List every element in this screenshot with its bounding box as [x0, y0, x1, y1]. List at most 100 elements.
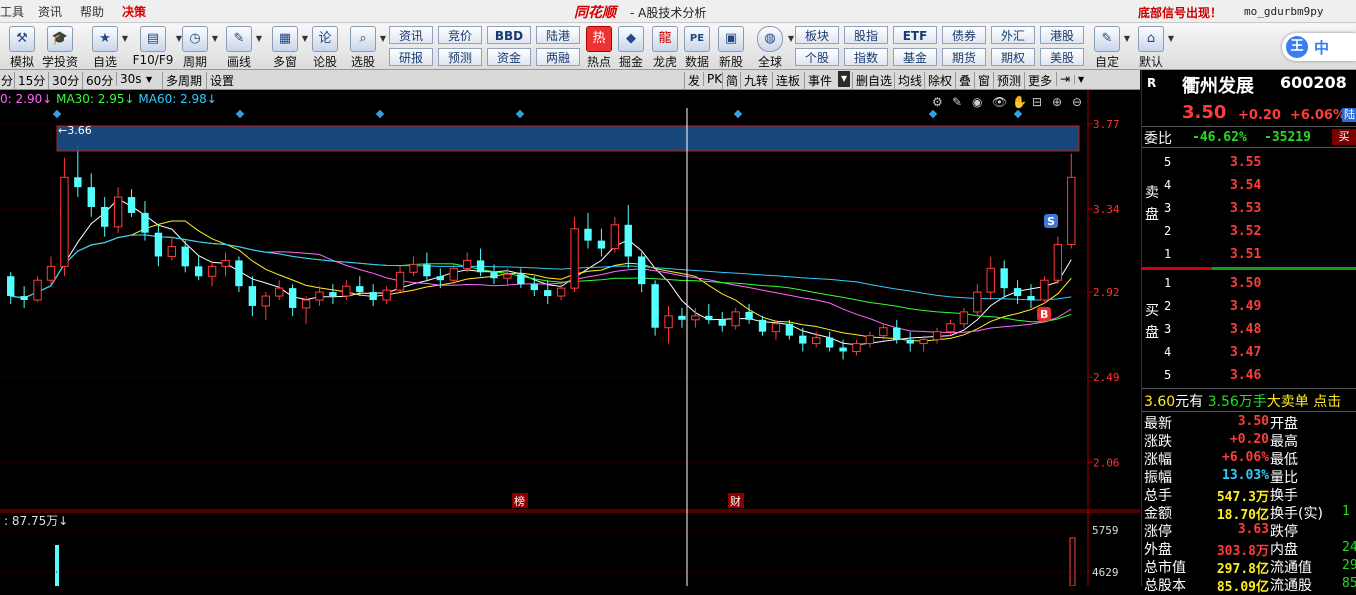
chevron-down-icon[interactable]: ▼ [146, 75, 152, 84]
stock-screener-button[interactable]: ⌕ 选股 ▼ [346, 24, 386, 69]
menu-decision[interactable]: 决策 [122, 3, 146, 20]
quick-index-button[interactable]: 指数 [844, 48, 888, 66]
menu-help[interactable]: 帮助 [80, 3, 104, 20]
data-button[interactable]: PE 数据 [682, 24, 712, 69]
quick-hk-stock-button[interactable]: 港股 [1040, 26, 1084, 44]
quick-research-button[interactable]: 研报 [389, 48, 433, 66]
learn-button[interactable]: 🎓 学投资 [40, 24, 80, 69]
quick-forecast-button[interactable]: 预测 [438, 48, 482, 66]
new-stock-button[interactable]: ▣ 新股 [716, 24, 746, 69]
global-button[interactable]: ◍ 全球 ▼ [752, 24, 794, 69]
draw-line-button[interactable]: ✎ 画线 ▼ [222, 24, 262, 69]
big-order-ticker[interactable]: 3.60元有 3.56万手大卖单 点击 [1144, 391, 1341, 411]
ask-level[interactable]: 4 3.54 [1162, 175, 1356, 197]
graduation-cap-icon: 🎓 [47, 26, 73, 52]
chevron-down-icon[interactable]: ▼ [1074, 75, 1084, 84]
signal-alert[interactable]: 底部信号出现！ [1138, 4, 1222, 21]
stock-name[interactable]: 衢州发展 [1182, 72, 1254, 98]
quick-futures-button[interactable]: 期货 [942, 48, 986, 66]
forum-button[interactable]: 论 论股 [310, 24, 340, 69]
period-button[interactable]: ◷ 周期 ▼ [178, 24, 218, 69]
simulate-button[interactable]: ⚒ 模拟 [6, 24, 38, 69]
period-30m-tab[interactable]: 30分 [48, 72, 79, 89]
ask-level[interactable]: 3 3.53 [1162, 198, 1356, 220]
tool-pk[interactable]: PK [703, 72, 722, 86]
tool-more[interactable]: 更多 [1024, 72, 1052, 89]
quick-forex-button[interactable]: 外汇 [991, 26, 1035, 44]
period-30s-tab[interactable]: 30s [116, 72, 142, 86]
ask-level[interactable]: 2 3.52 [1162, 221, 1356, 243]
tool-nine-turn[interactable]: 九转 [740, 72, 768, 89]
chevron-down-icon[interactable]: ▼ [212, 34, 218, 43]
expand-icon[interactable]: ⇥ [1056, 72, 1070, 86]
candle-body [879, 327, 888, 337]
settings-tab[interactable]: 设置 [206, 72, 234, 89]
ask-level[interactable]: 1 3.51 [1162, 244, 1356, 266]
dragon-tiger-button[interactable]: 龍 龙虎 [650, 24, 680, 69]
chevron-down-icon[interactable]: ▼ [838, 71, 851, 87]
customize-button[interactable]: ✎ 自定 ▼ [1090, 24, 1130, 69]
stock-code[interactable]: 600208 [1280, 73, 1347, 92]
multi-window-button[interactable]: ▦ 多窗 ▼ [268, 24, 308, 69]
quick-funds-button[interactable]: 资金 [487, 48, 531, 66]
bid-level[interactable]: 3 3.48 [1162, 319, 1356, 341]
hot-button[interactable]: 热 热点 [584, 24, 614, 69]
quick-sector-button[interactable]: 板块 [795, 26, 839, 44]
multi-period-tab[interactable]: 多周期 [162, 72, 202, 89]
candle-body [785, 323, 794, 336]
quick-us-stock-button[interactable]: 美股 [1040, 48, 1084, 66]
chevron-down-icon[interactable]: ▼ [302, 34, 308, 43]
chevron-down-icon[interactable]: ▼ [1124, 34, 1130, 43]
tool-ma-lines[interactable]: 均线 [894, 72, 922, 89]
tool-events[interactable]: 事件 [804, 72, 832, 89]
period-minute-tab[interactable]: 分 [1, 72, 13, 89]
quick-hk-connect-button[interactable]: 陆港 [536, 26, 580, 44]
tool-forecast[interactable]: 预测 [993, 72, 1021, 89]
tool-overlay[interactable]: 叠 [955, 72, 971, 89]
quick-auction-button[interactable]: 竞价 [438, 26, 482, 44]
quick-stock-button[interactable]: 个股 [795, 48, 839, 66]
period-15m-tab[interactable]: 15分 [14, 72, 45, 89]
tool-remove-watch[interactable]: 删自选 [852, 72, 892, 89]
default-layout-button[interactable]: ⌂ 默认 ▼ [1134, 24, 1174, 69]
tool-window[interactable]: 窗 [974, 72, 990, 89]
chevron-down-icon[interactable]: ▼ [256, 34, 262, 43]
candle-body [33, 279, 42, 301]
quick-options-button[interactable]: 期权 [991, 48, 1035, 66]
candlestick-chart[interactable]: 3.77 3.34 2.92 2.49 2.06 5759 4629 ←3.66 S B 榜 财 ⚙… [0, 90, 1140, 586]
ime-mode[interactable]: 中 [1314, 37, 1329, 58]
f10-button[interactable]: ▤ F10/F9 ▼ [130, 24, 182, 68]
quick-fund-button[interactable]: 基金 [893, 48, 937, 66]
quick-bbd-button[interactable]: BBD [487, 26, 531, 44]
menu-tools[interactable]: 工具 [0, 3, 24, 20]
quick-margin-button[interactable]: 两融 [536, 48, 580, 66]
quick-etf-button[interactable]: ETF [893, 26, 937, 44]
tool-simple[interactable]: 简 [722, 72, 738, 89]
tool-publish[interactable]: 发 [684, 72, 700, 89]
tool-limit-up[interactable]: 连板 [772, 72, 800, 89]
menu-news[interactable]: 资讯 [38, 3, 62, 20]
buy-button[interactable]: 买 [1332, 129, 1356, 145]
chevron-down-icon[interactable]: ▼ [1168, 34, 1174, 43]
watchlist-button[interactable]: ★ 自选 ▼ [88, 24, 128, 69]
ask-level[interactable]: 5 3.55 [1162, 152, 1356, 174]
quick-news-button[interactable]: 资讯 [389, 26, 433, 44]
period-60m-tab[interactable]: 60分 [82, 72, 113, 89]
bid-level[interactable]: 2 3.49 [1162, 296, 1356, 318]
quick-index-futures-button[interactable]: 股指 [844, 26, 888, 44]
bid-level[interactable]: 4 3.47 [1162, 342, 1356, 364]
dig-gold-button[interactable]: ◆ 掘金 [616, 24, 646, 69]
candle-body [490, 272, 498, 279]
candle-body [758, 319, 767, 332]
quick-bond-button[interactable]: 债券 [942, 26, 986, 44]
candle-body [1013, 288, 1022, 297]
tool-ex-rights[interactable]: 除权 [924, 72, 952, 89]
chevron-down-icon[interactable]: ▼ [788, 34, 794, 43]
bid-level[interactable]: 5 3.46 [1162, 365, 1356, 387]
ime-widget[interactable]: 王 中 [1282, 33, 1356, 61]
candle-body [1053, 244, 1063, 281]
bid-level[interactable]: 1 3.50 [1162, 273, 1356, 295]
chevron-down-icon[interactable]: ▼ [122, 34, 128, 43]
chevron-down-icon[interactable]: ▼ [380, 34, 386, 43]
user-id[interactable]: mo_gdurbm9py [1244, 5, 1323, 18]
